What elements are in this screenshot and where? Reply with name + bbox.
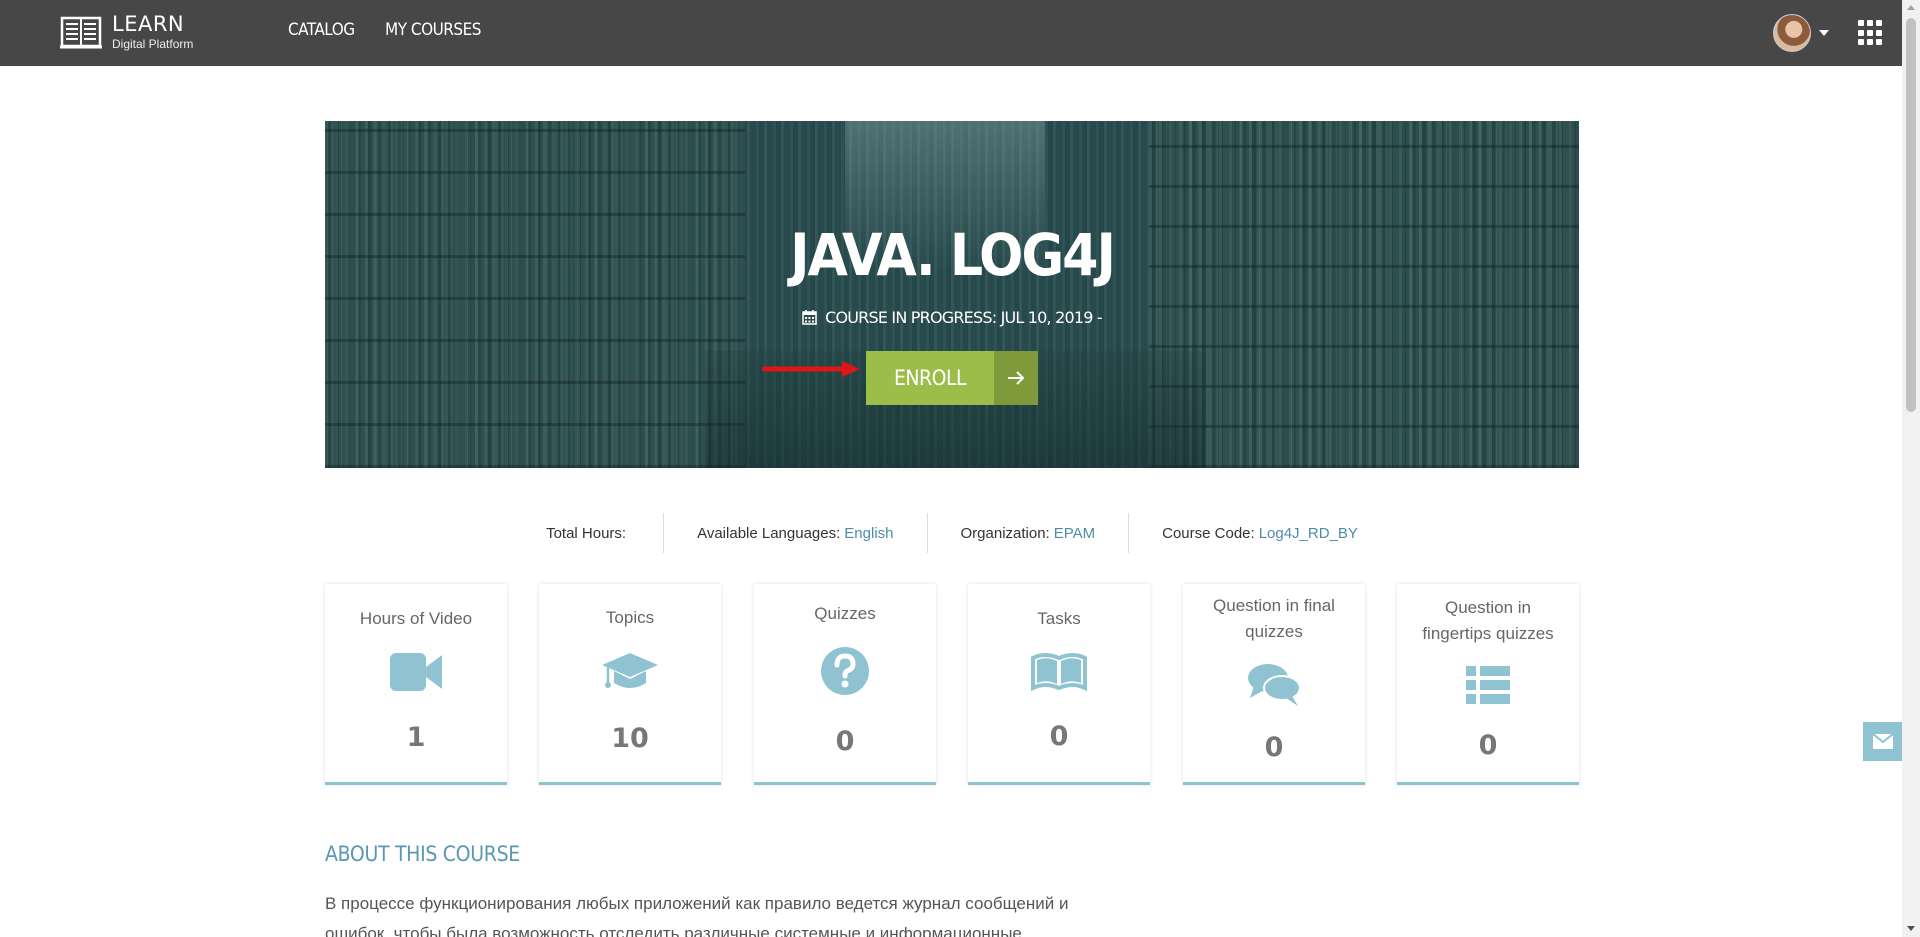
top-navbar: LEARN Digital Platform CATALOG MY COURSE… <box>0 0 1902 66</box>
stat-card-title: Tasks <box>1037 609 1081 628</box>
stat-card-value: 0 <box>1478 730 1498 761</box>
enroll-button-label[interactable]: ENROLL <box>866 351 994 405</box>
about-section-text: В процессе функционирования любых прилож… <box>325 894 1069 937</box>
question-circle-icon <box>821 647 869 695</box>
nav-my-courses[interactable]: MY COURSES <box>385 20 482 40</box>
stat-card-question-fingertips-quizzes: Question in fingertips quizzes 0 <box>1397 584 1579 785</box>
stat-card-title: Question in final quizzes <box>1213 596 1335 641</box>
scroll-up-arrow-icon[interactable] <box>1907 5 1915 10</box>
stat-card-topics: Topics 10 <box>539 584 721 785</box>
caret-down-icon[interactable] <box>1819 30 1829 36</box>
meta-organization-label: Organization: <box>960 524 1050 542</box>
graduation-cap-icon <box>602 653 658 688</box>
calendar-icon <box>802 310 817 325</box>
meta-course-code: Course Code: Log4J_RD_BY <box>1129 513 1391 553</box>
feedback-button[interactable] <box>1863 722 1902 761</box>
stat-card-hours-of-video: Hours of Video 1 <box>325 584 507 785</box>
page-scrollbar[interactable] <box>1902 0 1920 937</box>
stat-card-quizzes: Quizzes 0 <box>754 584 936 785</box>
meta-languages: Available Languages: English <box>664 513 928 553</box>
meta-course-code-value: Log4J_RD_BY <box>1258 524 1358 542</box>
comments-icon <box>1248 664 1301 706</box>
stat-card-value: 0 <box>1049 721 1069 752</box>
stat-card-question-final-quizzes: Question in final quizzes 0 <box>1183 584 1365 785</box>
scroll-thumb[interactable] <box>1906 18 1916 412</box>
arrow-right-icon[interactable] <box>994 351 1038 405</box>
logo-text: LEARN Digital Platform <box>112 12 193 52</box>
logo[interactable]: LEARN Digital Platform <box>60 12 193 52</box>
stat-card-value: 0 <box>1264 732 1284 763</box>
course-hero-banner: JAVA. LOG4J COURSE IN PROGRESS: JUL 10, … <box>325 121 1579 468</box>
envelope-icon <box>1872 734 1893 749</box>
about-section-title: ABOUT THIS COURSE <box>325 842 520 866</box>
meta-total-hours: Total Hours: <box>513 513 665 553</box>
enroll-button[interactable]: ENROLL <box>866 351 1038 405</box>
logo-subtitle: Digital Platform <box>112 37 194 51</box>
video-camera-icon <box>390 653 442 691</box>
meta-organization-value[interactable]: EPAM <box>1054 525 1095 542</box>
stat-card-value: 10 <box>611 723 649 754</box>
stat-card-title: Quizzes <box>814 604 876 623</box>
course-status-text: COURSE IN PROGRESS: JUL 10, 2019 - <box>825 308 1103 327</box>
meta-languages-label: Available Languages: <box>697 524 841 542</box>
meta-course-code-label: Course Code: <box>1162 524 1255 542</box>
course-meta-row: Total Hours: Available Languages: Englis… <box>325 513 1579 553</box>
open-book-icon <box>1031 653 1087 692</box>
stat-card-title: Topics <box>605 608 655 627</box>
course-status-line: COURSE IN PROGRESS: JUL 10, 2019 - <box>325 308 1579 327</box>
stat-card-value: 0 <box>835 726 855 757</box>
course-title: JAVA. LOG4J <box>790 221 1116 289</box>
meta-languages-value[interactable]: English <box>844 525 893 542</box>
apps-grid-icon[interactable] <box>1858 20 1882 46</box>
nav-catalog[interactable]: CATALOG <box>288 20 355 40</box>
stat-card-title: Question in fingertips quizzes <box>1422 598 1554 643</box>
stat-card-tasks: Tasks 0 <box>968 584 1150 785</box>
red-pointer-arrow-icon <box>762 361 860 377</box>
meta-total-hours-label: Total Hours: <box>546 524 627 542</box>
list-icon <box>1466 666 1510 704</box>
stat-card-value: 1 <box>406 722 426 753</box>
meta-organization: Organization: EPAM <box>928 513 1130 553</box>
scroll-down-arrow-icon[interactable] <box>1907 926 1915 931</box>
stat-card-title: Hours of Video <box>359 609 473 628</box>
logo-title: LEARN <box>112 12 185 36</box>
book-logo-icon <box>60 16 102 49</box>
user-avatar[interactable] <box>1773 14 1811 52</box>
hero-overlay <box>325 121 1579 468</box>
